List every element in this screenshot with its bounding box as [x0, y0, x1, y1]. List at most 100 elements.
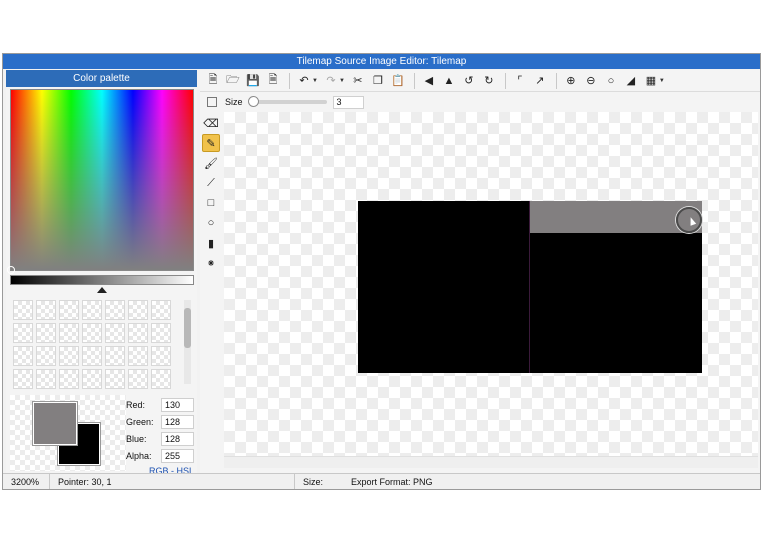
save-as-icon[interactable]: 🗎: [264, 72, 282, 90]
ellipse-tool[interactable]: ○: [202, 214, 220, 232]
brush-tool[interactable]: 🖌: [202, 154, 220, 172]
swatch-grid: [10, 298, 180, 389]
color-spectrum[interactable]: [7, 89, 194, 274]
red-label: Red:: [126, 400, 146, 410]
swatch[interactable]: [36, 323, 56, 343]
save-icon[interactable]: 💾: [244, 72, 262, 90]
swatch[interactable]: [82, 369, 102, 389]
swatch[interactable]: [151, 323, 171, 343]
toolbar-divider: [413, 72, 415, 89]
tilemap-image[interactable]: [358, 201, 702, 373]
swatch[interactable]: [151, 369, 171, 389]
redo-dropdown-icon[interactable]: ▼: [339, 78, 345, 84]
undo-dropdown-icon[interactable]: ▼: [312, 78, 318, 84]
size-slider-knob[interactable]: [247, 96, 259, 107]
blue-field[interactable]: 128: [161, 432, 194, 446]
swatch[interactable]: [82, 323, 102, 343]
swatch[interactable]: [59, 369, 79, 389]
zoom-in-icon[interactable]: ⊕: [562, 72, 580, 90]
swatch[interactable]: [59, 346, 79, 366]
green-field[interactable]: 128: [161, 415, 194, 429]
foreground-color-swatch[interactable]: [32, 401, 78, 446]
toolbar-divider: [555, 72, 557, 89]
zoom-out-icon[interactable]: ⊖: [582, 72, 600, 90]
swatch[interactable]: [128, 346, 148, 366]
rectangle-tool[interactable]: □: [202, 194, 220, 212]
swatch[interactable]: [59, 300, 79, 320]
spectrum-marker[interactable]: [7, 266, 15, 274]
flip-horizontal-icon[interactable]: ◀: [420, 72, 438, 90]
status-size: Size: 32x16: [303, 476, 324, 487]
fill-tool[interactable]: ▮: [202, 234, 220, 252]
eyedropper-tool[interactable]: ⁕: [202, 254, 220, 272]
size-slider[interactable]: [247, 96, 327, 107]
tool-palette: ⌫ ✎ 🖌 ⟋ □ ○ ▮ ⁕: [200, 112, 222, 462]
swatch[interactable]: [128, 369, 148, 389]
rotate-right-icon[interactable]: ↻: [480, 72, 498, 90]
alpha-field[interactable]: 255: [161, 449, 194, 463]
color-fields: Red: 130 Green: 128 Blue: 128 Alpha: 255 RGB…: [126, 397, 196, 476]
drawing-canvas[interactable]: [224, 112, 758, 456]
luminance-bar[interactable]: [10, 275, 194, 285]
redo-icon[interactable]: ↷: [322, 72, 340, 90]
swatch[interactable]: [151, 346, 171, 366]
swatch[interactable]: [105, 369, 125, 389]
cut-icon[interactable]: ✂: [349, 72, 367, 90]
swatch[interactable]: [105, 323, 125, 343]
line-tool[interactable]: ⟋: [202, 174, 220, 192]
red-field[interactable]: 130: [161, 398, 194, 412]
green-label: Green:: [126, 417, 154, 427]
editor-window: Tilemap Source Image Editor: Tilemap Col…: [2, 53, 761, 490]
swatch[interactable]: [13, 323, 33, 343]
size-input[interactable]: 3: [332, 95, 364, 109]
swatch-scrollbar[interactable]: [184, 300, 191, 384]
swatch[interactable]: [151, 300, 171, 320]
swatch[interactable]: [105, 346, 125, 366]
swatch[interactable]: [13, 369, 33, 389]
selection-checkbox[interactable]: [207, 97, 217, 107]
new-file-icon[interactable]: 🗎: [204, 72, 222, 90]
crop-icon[interactable]: ⌜: [511, 72, 529, 90]
pencil-tool[interactable]: ✎: [202, 134, 220, 152]
toolbar-divider: [504, 72, 506, 89]
background-toggle-icon[interactable]: ◢: [622, 72, 640, 90]
swatch[interactable]: [13, 346, 33, 366]
color-preview: [10, 395, 126, 471]
swatch-scroll-thumb[interactable]: [184, 308, 191, 348]
horizontal-scrollbar[interactable]: [224, 456, 758, 468]
swatch[interactable]: [36, 346, 56, 366]
swatch[interactable]: [82, 300, 102, 320]
undo-icon[interactable]: ↶: [295, 72, 313, 90]
brush-cursor-icon: [676, 207, 702, 233]
palette-title: Color palette: [6, 70, 197, 87]
status-pointer: Pointer: 30, 1: [50, 473, 295, 489]
grid-dropdown-icon[interactable]: ▼: [659, 78, 665, 84]
main-toolbar: 🗎 🗁 💾 🗎 ↶ ▼ ↷ ▼ ✂ ❐ 📋 ◀ ▲ ↺ ↻ ⌜ ↗ ⊕ ⊖ ○ ◢ …: [200, 70, 760, 92]
swatch[interactable]: [59, 323, 79, 343]
resize-icon[interactable]: ↗: [531, 72, 549, 90]
pixel-seam: [529, 201, 530, 373]
swatch[interactable]: [128, 300, 148, 320]
swatch[interactable]: [128, 323, 148, 343]
color-palette-panel: Color palette Red: 130 Green: 128 Blue: 128…: [6, 70, 197, 476]
status-zoom: 3200%: [3, 473, 50, 489]
open-folder-icon[interactable]: 🗁: [224, 72, 242, 90]
swatch[interactable]: [82, 346, 102, 366]
rotate-left-icon[interactable]: ↺: [460, 72, 478, 90]
copy-icon[interactable]: ❐: [369, 72, 387, 90]
swatch[interactable]: [13, 300, 33, 320]
luminance-marker-icon[interactable]: [97, 287, 107, 293]
flip-vertical-icon[interactable]: ▲: [440, 72, 458, 90]
editor-panel: 🗎 🗁 💾 🗎 ↶ ▼ ↷ ▼ ✂ ❐ 📋 ◀ ▲ ↺ ↻ ⌜ ↗ ⊕ ⊖ ○ ◢ …: [200, 70, 760, 473]
zoom-reset-icon[interactable]: ○: [602, 72, 620, 90]
status-export: Export Format: PNG: [351, 476, 433, 487]
swatch[interactable]: [105, 300, 125, 320]
swatch[interactable]: [36, 300, 56, 320]
paste-icon[interactable]: 📋: [389, 72, 407, 90]
grid-icon[interactable]: ▦: [642, 72, 660, 90]
size-label: Size: [225, 97, 243, 107]
eraser-tool[interactable]: ⌫: [202, 114, 220, 132]
window-title: Tilemap Source Image Editor: Tilemap: [3, 54, 760, 69]
tool-options-bar: Size 3: [200, 92, 760, 112]
swatch[interactable]: [36, 369, 56, 389]
